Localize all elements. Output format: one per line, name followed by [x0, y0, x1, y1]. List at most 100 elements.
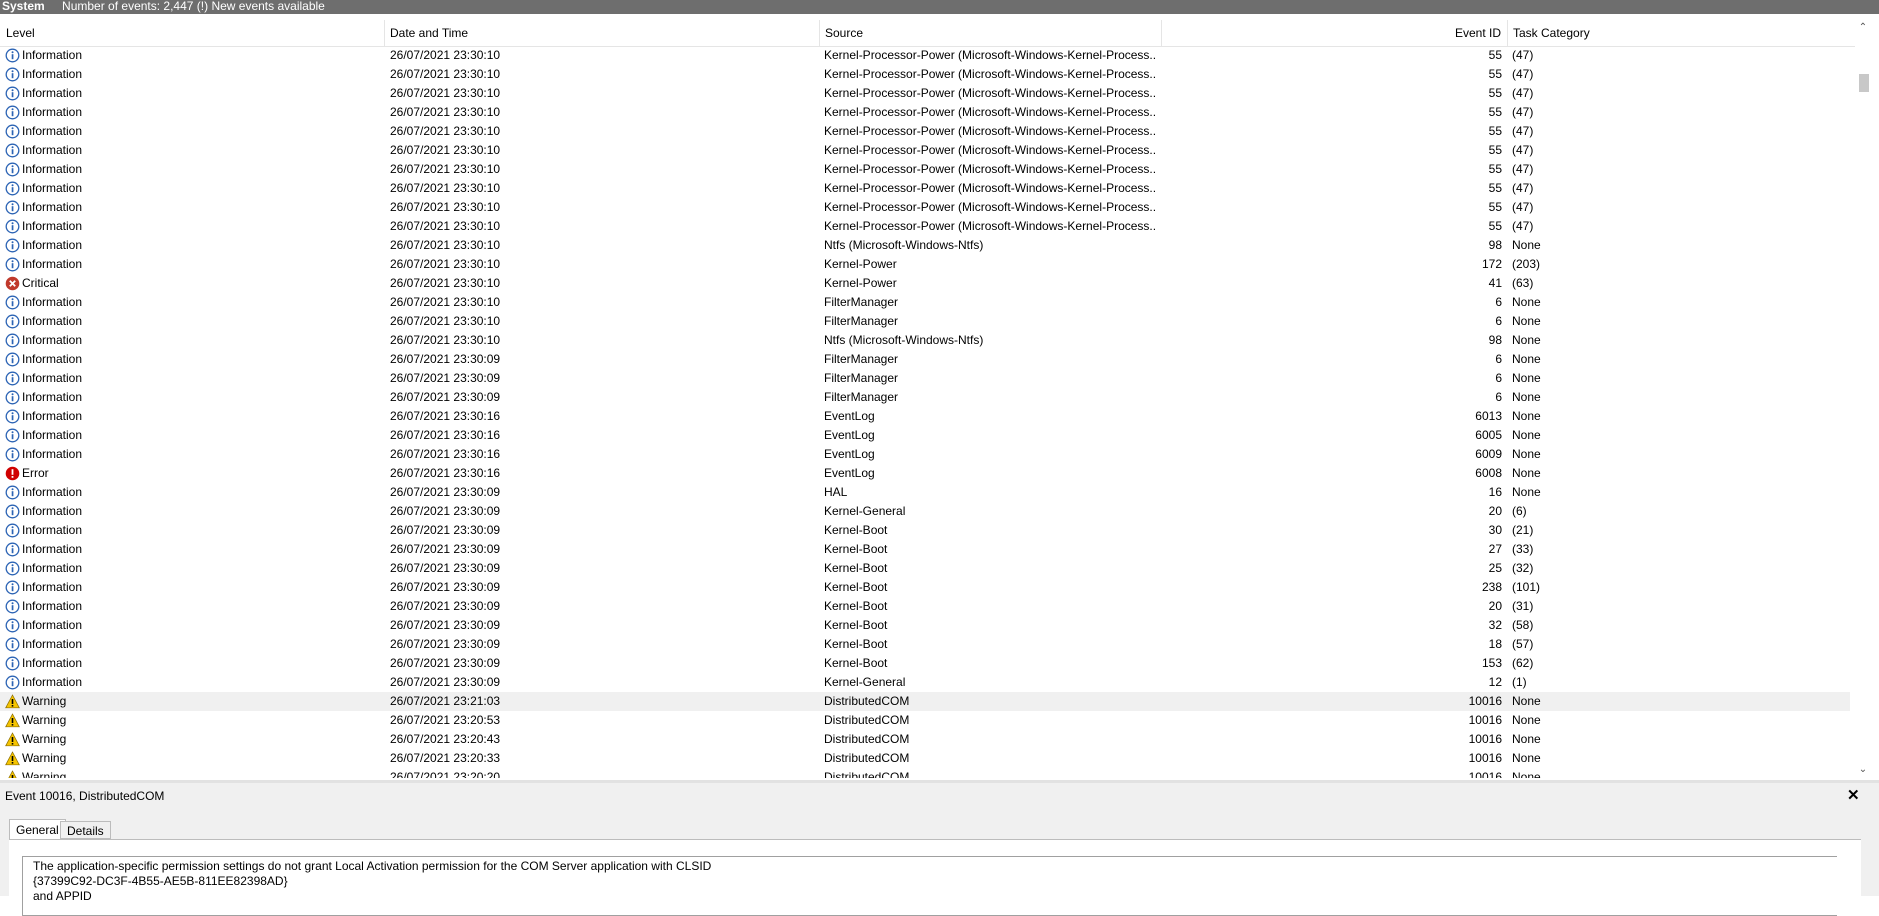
event-date: 26/07/2021 23:30:09 — [390, 618, 501, 632]
event-date: 26/07/2021 23:30:09 — [390, 656, 501, 670]
event-date: 26/07/2021 23:30:10 — [390, 238, 501, 252]
event-level: Error — [22, 466, 49, 480]
information-icon — [5, 390, 20, 405]
event-task-category: (47) — [1512, 124, 1534, 138]
event-row[interactable]: Information 26/07/2021 23:30:10 Kernel-Pow… — [0, 255, 1850, 274]
information-icon — [5, 409, 20, 424]
tab-general[interactable]: General — [9, 819, 66, 840]
event-row[interactable]: Warning 26/07/2021 23:20:20 DistributedCOM… — [0, 768, 1850, 778]
column-header-task-category[interactable]: Task Category — [1507, 20, 1855, 46]
event-row[interactable]: Information 26/07/2021 23:30:10 Kernel-Pro… — [0, 84, 1850, 103]
event-row[interactable]: Information 26/07/2021 23:30:09 Kernel-Gen… — [0, 502, 1850, 521]
event-date: 26/07/2021 23:20:43 — [390, 732, 501, 746]
event-source: Kernel-Processor-Power (Microsoft-Window… — [824, 105, 1156, 119]
event-row[interactable]: Information 26/07/2021 23:30:09 Kernel-Boo… — [0, 559, 1850, 578]
event-level: Information — [22, 295, 83, 309]
event-row[interactable]: Information 26/07/2021 23:30:10 Kernel-Pro… — [0, 122, 1850, 141]
event-row[interactable]: Information 26/07/2021 23:30:10 Kernel-Pro… — [0, 160, 1850, 179]
event-row[interactable]: Warning 26/07/2021 23:20:43 DistributedCOM… — [0, 730, 1850, 749]
scroll-thumb[interactable] — [1859, 74, 1869, 92]
event-row[interactable]: Error 26/07/2021 23:30:16 EventLog 6008 None — [0, 464, 1850, 483]
event-row[interactable]: Information 26/07/2021 23:30:10 Kernel-Pro… — [0, 179, 1850, 198]
event-level: Information — [22, 485, 83, 499]
information-icon — [5, 124, 20, 139]
event-row[interactable]: Information 26/07/2021 23:30:09 Kernel-Boo… — [0, 654, 1850, 673]
event-date: 26/07/2021 23:30:10 — [390, 124, 501, 138]
information-icon — [5, 86, 20, 101]
event-row[interactable]: Information 26/07/2021 23:30:09 FilterMana… — [0, 350, 1850, 369]
event-row[interactable]: Information 26/07/2021 23:30:10 Kernel-Pro… — [0, 65, 1850, 84]
event-date: 26/07/2021 23:30:09 — [390, 352, 501, 366]
event-source: EventLog — [824, 466, 875, 480]
event-task-category: (33) — [1512, 542, 1534, 556]
event-row[interactable]: Warning 26/07/2021 23:20:53 DistributedCOM… — [0, 711, 1850, 730]
column-header-level[interactable]: Level — [0, 20, 385, 46]
event-date: 26/07/2021 23:30:10 — [390, 276, 501, 290]
event-row[interactable]: Information 26/07/2021 23:30:10 Kernel-Pro… — [0, 141, 1850, 160]
information-icon — [5, 105, 20, 120]
event-row[interactable]: Information 26/07/2021 23:30:16 EventLog 60… — [0, 407, 1850, 426]
tab-details[interactable]: Details — [60, 821, 111, 839]
event-row[interactable]: Information 26/07/2021 23:30:16 EventLog 60… — [0, 426, 1850, 445]
event-task-category: (47) — [1512, 48, 1534, 62]
event-row[interactable]: Information 26/07/2021 23:30:10 Kernel-Pro… — [0, 46, 1850, 65]
column-header-source[interactable]: Source — [819, 20, 1162, 46]
event-task-category: (63) — [1512, 276, 1534, 290]
event-task-category: (62) — [1512, 656, 1534, 670]
event-date: 26/07/2021 23:30:10 — [390, 48, 501, 62]
event-id: 6005 — [1475, 428, 1502, 442]
column-header-event-id[interactable]: Event ID — [1161, 20, 1508, 46]
event-row[interactable]: Information 26/07/2021 23:30:10 Kernel-Pro… — [0, 198, 1850, 217]
warning-icon — [5, 732, 20, 747]
event-row[interactable]: Information 26/07/2021 23:30:09 Kernel-Boo… — [0, 616, 1850, 635]
event-description-box[interactable]: The application-specific permission sett… — [22, 856, 1837, 916]
event-level: Warning — [22, 732, 67, 746]
event-row[interactable]: Information 26/07/2021 23:30:09 FilterMana… — [0, 388, 1850, 407]
scroll-up-arrow-icon[interactable]: ⌃ — [1855, 20, 1871, 36]
information-icon — [5, 542, 20, 557]
event-row[interactable]: Information 26/07/2021 23:30:09 Kernel-Boo… — [0, 540, 1850, 559]
event-row[interactable]: Information 26/07/2021 23:30:09 Kernel-Gen… — [0, 673, 1850, 692]
event-row[interactable]: Warning 26/07/2021 23:20:33 DistributedCOM… — [0, 749, 1850, 768]
event-task-category: (58) — [1512, 618, 1534, 632]
event-row[interactable]: Information 26/07/2021 23:30:09 Kernel-Boo… — [0, 597, 1850, 616]
general-tab-panel: The application-specific permission sett… — [9, 839, 1861, 916]
event-row[interactable]: Information 26/07/2021 23:30:10 Kernel-Pro… — [0, 103, 1850, 122]
event-level: Information — [22, 86, 83, 100]
events-grid[interactable]: Level Date and Time Source Event ID Task… — [0, 20, 1879, 778]
event-id: 55 — [1488, 67, 1502, 81]
event-row[interactable]: Information 26/07/2021 23:30:10 Ntfs (Micr… — [0, 236, 1850, 255]
event-level: Information — [22, 447, 83, 461]
event-row[interactable]: Information 26/07/2021 23:30:09 FilterMana… — [0, 369, 1850, 388]
event-task-category: (31) — [1512, 599, 1534, 613]
event-row[interactable]: Critical 26/07/2021 23:30:10 Kernel-Power 4… — [0, 274, 1850, 293]
event-row[interactable]: Information 26/07/2021 23:30:09 Kernel-Boo… — [0, 521, 1850, 540]
event-row[interactable]: Information 26/07/2021 23:30:10 Ntfs (Micr… — [0, 331, 1850, 350]
event-id: 55 — [1488, 200, 1502, 214]
event-row[interactable]: Information 26/07/2021 23:30:09 Kernel-Boo… — [0, 578, 1850, 597]
event-source: Kernel-Processor-Power (Microsoft-Window… — [824, 219, 1156, 233]
event-row[interactable]: Information 26/07/2021 23:30:09 HAL 16 None — [0, 483, 1850, 502]
event-source: FilterManager — [824, 314, 899, 328]
warning-icon — [5, 713, 20, 728]
event-id: 10016 — [1468, 694, 1502, 708]
column-header-date[interactable]: Date and Time — [384, 20, 820, 46]
event-row[interactable]: Information 26/07/2021 23:30:09 Kernel-Boo… — [0, 635, 1850, 654]
event-source: Kernel-Processor-Power (Microsoft-Window… — [824, 124, 1156, 138]
event-date: 26/07/2021 23:30:09 — [390, 561, 501, 575]
scroll-down-arrow-icon[interactable]: ⌄ — [1855, 762, 1871, 778]
event-row[interactable]: Information 26/07/2021 23:30:10 FilterMana… — [0, 312, 1850, 331]
event-level: Information — [22, 219, 83, 233]
event-date: 26/07/2021 23:30:10 — [390, 105, 501, 119]
event-date: 26/07/2021 23:20:53 — [390, 713, 501, 727]
event-row[interactable]: Information 26/07/2021 23:30:10 Kernel-Pro… — [0, 217, 1850, 236]
information-icon — [5, 580, 20, 595]
event-level: Information — [22, 523, 83, 537]
event-task-category: (47) — [1512, 67, 1534, 81]
event-source: Kernel-Boot — [824, 656, 888, 670]
event-row[interactable]: Information 26/07/2021 23:30:16 EventLog 60… — [0, 445, 1850, 464]
events-scrollbar[interactable]: ⌃ ⌄ — [1855, 20, 1871, 778]
event-row[interactable]: Warning 26/07/2021 23:21:03 DistributedCOM… — [0, 692, 1850, 711]
close-icon[interactable]: ✕ — [1847, 786, 1860, 804]
event-row[interactable]: Information 26/07/2021 23:30:10 FilterMana… — [0, 293, 1850, 312]
